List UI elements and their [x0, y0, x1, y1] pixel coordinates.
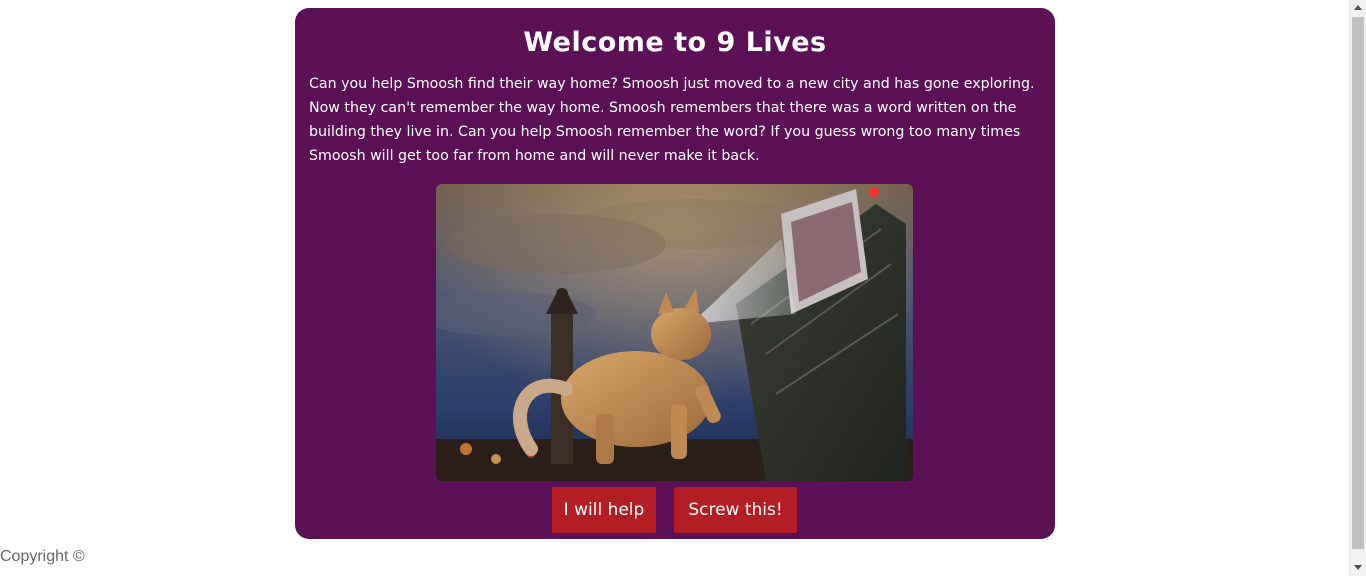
giant-cat-city-photo [436, 184, 913, 481]
help-button[interactable]: I will help [552, 487, 656, 533]
page-title: Welcome to 9 Lives [523, 27, 827, 58]
page-viewport: Welcome to 9 Lives Can you help Smoosh f… [0, 0, 1366, 576]
screw-this-button[interactable]: Screw this! [674, 487, 797, 533]
hero-image [436, 184, 913, 481]
game-intro-card: Welcome to 9 Lives Can you help Smoosh f… [295, 8, 1055, 539]
vertical-scrollbar[interactable] [1349, 0, 1366, 576]
scroll-up-icon[interactable] [1354, 5, 1362, 10]
scroll-thumb[interactable] [1352, 17, 1364, 549]
scroll-down-icon[interactable] [1354, 565, 1362, 570]
copyright-footer: Copyright © [0, 548, 85, 565]
intro-text: Can you help Smoosh find their way home?… [309, 76, 1035, 164]
